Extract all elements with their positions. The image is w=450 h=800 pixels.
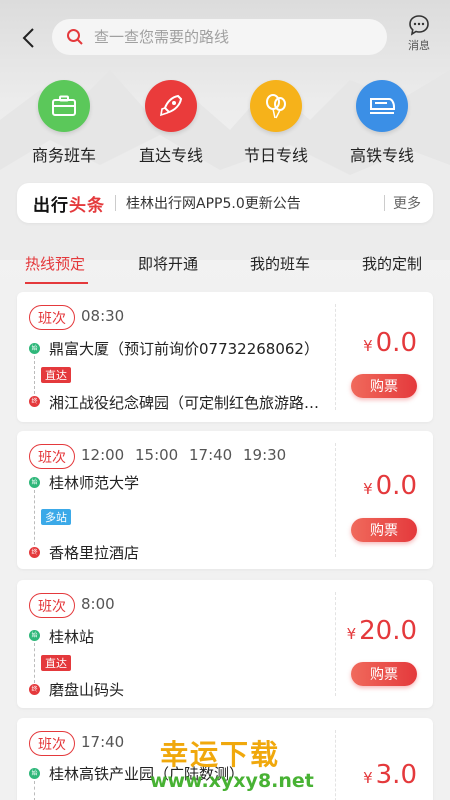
category-high-speed-rail[interactable]: 高铁专线: [332, 80, 432, 166]
divider: [384, 195, 385, 211]
category-label: 高铁专线: [349, 146, 414, 165]
news-ticker[interactable]: 出行头条 桂林出行网APP5.0更新公告 更多: [17, 183, 433, 223]
news-logo-part2: 头条: [69, 195, 105, 216]
news-logo-part1: 出行: [33, 195, 69, 216]
buy-ticket-button[interactable]: 购票: [351, 374, 417, 398]
tab-my-custom[interactable]: 我的定制: [362, 253, 422, 274]
shift-badge: 班次: [29, 444, 75, 469]
news-more-link[interactable]: 更多: [393, 193, 421, 213]
briefcase-icon: [52, 95, 76, 116]
price-value: 3.0: [375, 760, 417, 790]
start-stop: 桂林师范大学: [49, 474, 140, 492]
category-label: 节日专线: [243, 146, 308, 165]
route-line: [34, 490, 35, 545]
shift-times: 8:00: [81, 595, 115, 613]
direct-tag: 直达: [41, 655, 71, 671]
balloon-icon: [266, 94, 286, 119]
rocket-icon: [159, 94, 183, 117]
category-holiday-line[interactable]: 节日专线: [226, 80, 326, 166]
shift-badge: 班次: [29, 593, 75, 618]
price: ¥20.0: [347, 616, 417, 646]
currency-symbol: ¥: [363, 480, 373, 498]
tab-my-shuttle[interactable]: 我的班车: [250, 253, 310, 274]
currency-symbol: ¥: [363, 337, 373, 355]
category-label: 直达专线: [138, 146, 203, 165]
category-business-shuttle[interactable]: 商务班车: [14, 80, 114, 166]
multi-stop-tag: 多站: [41, 509, 71, 525]
message-button[interactable]: 消息: [398, 14, 440, 53]
shift-times: 12:00 15:00 17:40 19:30: [81, 446, 287, 464]
category-circle: [356, 80, 408, 132]
route-card[interactable]: 班次 08:30 始 鼎富大厦（预订前询价07732268062） 直达 终 湘…: [17, 292, 433, 422]
category-direct-line[interactable]: 直达专线: [121, 80, 221, 166]
chevron-left-icon: [22, 28, 34, 48]
train-icon: [370, 98, 395, 114]
divider: [115, 195, 116, 211]
start-dot: 始: [29, 630, 40, 641]
category-circle: [145, 80, 197, 132]
currency-symbol: ¥: [346, 625, 357, 643]
route-line: [34, 356, 35, 394]
news-headline[interactable]: 桂林出行网APP5.0更新公告: [126, 193, 384, 213]
route-card[interactable]: 班次 12:00 15:00 17:40 19:30 始 桂林师范大学 多站 终…: [17, 431, 433, 569]
currency-symbol: ¥: [363, 769, 373, 787]
end-stop: 磨盘山码头: [49, 681, 125, 699]
price: ¥0.0: [363, 328, 417, 358]
shift-times: 08:30: [81, 307, 125, 325]
start-dot: 始: [29, 343, 40, 354]
category-grid: 商务班车 直达专线 节日专线 高铁专线: [0, 80, 450, 170]
direct-tag: 直达: [41, 367, 71, 383]
category-label: 商务班车: [31, 146, 96, 165]
card-divider: [335, 730, 336, 800]
end-stop: 湘江战役纪念碑园（可定制红色旅游路线）: [49, 394, 329, 412]
card-divider: [335, 304, 336, 410]
price: ¥3.0: [363, 760, 417, 790]
price: ¥0.0: [363, 471, 417, 501]
watermark-title: 幸运下载: [160, 738, 281, 771]
end-stop: 香格里拉酒店: [49, 544, 140, 562]
chat-bubble-icon: [409, 15, 429, 36]
price-value: 0.0: [375, 328, 417, 358]
end-dot: 终: [29, 396, 40, 407]
price-value: 0.0: [375, 471, 417, 501]
start-stop: 鼎富大厦（预订前询价07732268062）: [49, 340, 319, 358]
tab-hot-booking[interactable]: 热线预定: [25, 253, 85, 274]
end-dot: 终: [29, 684, 40, 695]
card-divider: [335, 443, 336, 557]
top-bar: 消息: [0, 0, 450, 72]
buy-ticket-button[interactable]: 购票: [351, 662, 417, 686]
watermark-url: www.xyxy8.net: [150, 770, 314, 792]
tab-coming-soon[interactable]: 即将开通: [138, 253, 198, 274]
buy-ticket-button[interactable]: 购票: [351, 518, 417, 542]
shift-badge: 班次: [29, 731, 75, 756]
shift-badge: 班次: [29, 305, 75, 330]
shift-times: 17:40: [81, 733, 125, 751]
search-input[interactable]: [94, 28, 364, 46]
card-divider: [335, 592, 336, 696]
route-tabs: 热线预定 即将开通 我的班车 我的定制: [0, 247, 450, 287]
news-logo: 出行头条: [33, 191, 105, 216]
category-circle: [38, 80, 90, 132]
search-icon: [67, 29, 83, 45]
search-bar[interactable]: [52, 19, 387, 55]
price-value: 20.0: [359, 616, 417, 646]
start-stop: 桂林站: [49, 628, 95, 646]
end-dot: 终: [29, 547, 40, 558]
route-card[interactable]: 班次 8:00 始 桂林站 直达 终 磨盘山码头 ¥20.0 购票: [17, 580, 433, 708]
category-circle: [250, 80, 302, 132]
route-line: [34, 781, 35, 800]
start-dot: 始: [29, 477, 40, 488]
start-dot: 始: [29, 768, 40, 779]
route-line: [34, 643, 35, 683]
back-button[interactable]: [14, 24, 42, 52]
tab-active-indicator: [25, 282, 88, 284]
message-label: 消息: [408, 39, 430, 52]
